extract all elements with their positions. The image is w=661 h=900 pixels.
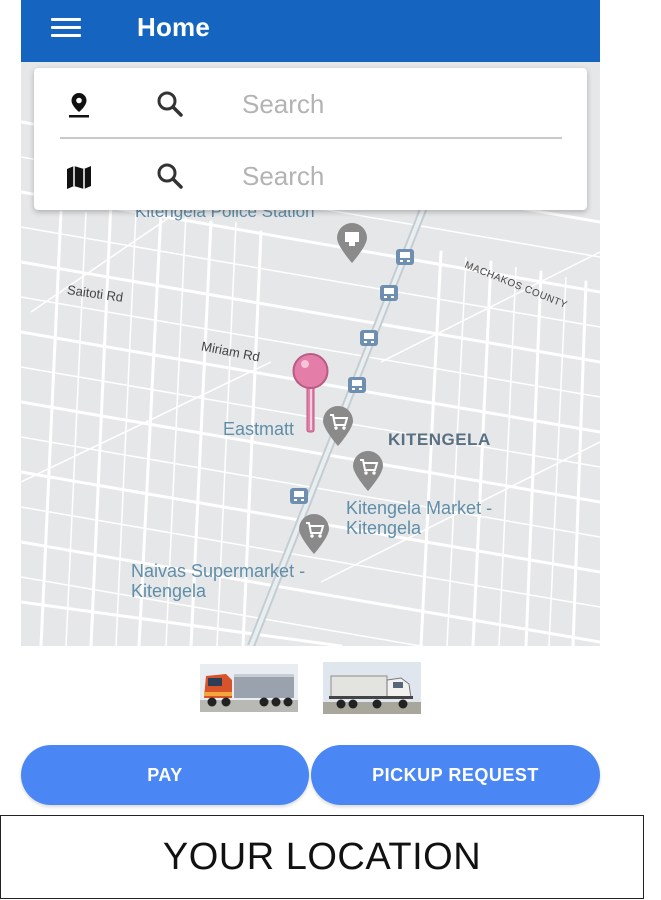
screen-caption: YOUR LOCATION [0,815,644,899]
pay-button[interactable]: PAY [21,745,309,805]
search-icon[interactable] [154,160,186,192]
location-marker-icon[interactable] [290,352,332,436]
page-title: Home [137,12,211,42]
destination-search-row [34,140,587,210]
destination-search-input[interactable] [240,154,544,198]
location-pin-icon [69,93,89,118]
place-label: Kitengela Market - Kitengela [346,498,493,538]
pickup-search-input[interactable] [240,82,544,126]
truck-icon [200,664,298,712]
area-label: KITENGELA [388,430,491,449]
pickup-search-row [34,68,587,138]
hamburger-menu-icon[interactable] [43,14,87,44]
bus-stop-icon[interactable] [395,248,415,266]
map-icon [67,166,91,189]
bus-stop-icon[interactable] [347,376,367,394]
shopping-cart-pin-icon[interactable] [351,450,385,492]
bus-stop-icon[interactable] [289,487,309,505]
bus-stop-icon[interactable] [359,329,379,347]
place-label: Eastmatt [223,419,295,439]
app-bar: Home [21,0,600,62]
search-card [34,68,587,210]
truck-icon [323,662,421,714]
bus-stop-icon[interactable] [379,284,399,302]
truck-thumbnail-red[interactable] [200,664,298,712]
shopping-cart-pin-icon[interactable] [297,513,331,555]
truck-thumbnail-white[interactable] [323,662,421,714]
place-label: Naivas Supermarket - Kitengela [131,561,306,601]
search-divider [60,137,562,139]
app-screen: Home Saitoti Rd Miriam Rd MACHAKOS COUNT… [21,0,600,810]
search-icon[interactable] [154,88,186,120]
police-pin-icon[interactable] [335,222,369,264]
pickup-request-button[interactable]: PICKUP REQUEST [311,745,600,805]
